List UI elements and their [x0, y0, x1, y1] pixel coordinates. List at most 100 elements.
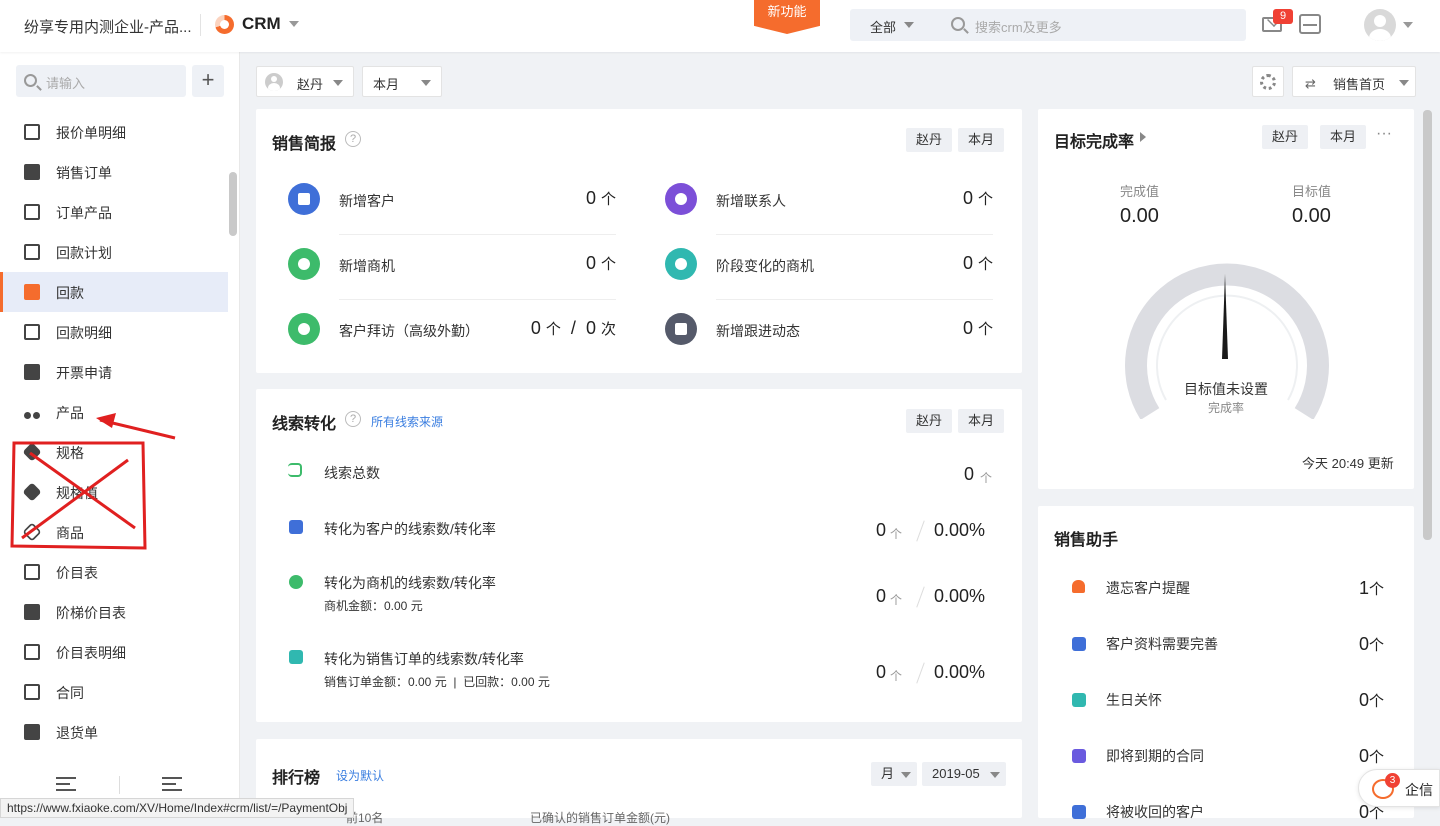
assistant-item-value[interactable]: 0个: [1334, 634, 1384, 655]
sidebar-item-payment-plan[interactable]: 回款计划: [0, 232, 228, 272]
sidebar-item-price-detail[interactable]: 价目表明细: [0, 632, 228, 672]
assistant-item-label[interactable]: 即将到期的合同: [1106, 746, 1204, 766]
sidebar-item-label: 退货单: [56, 725, 98, 741]
tag-period[interactable]: 本月: [958, 128, 1005, 152]
sales-brief-card: 销售简报 ? 赵丹 本月 新增客户 0 个 新增联系人 0 个 新增商机 0 个…: [256, 109, 1022, 373]
new-feature-ribbon[interactable]: 新功能: [754, 0, 820, 34]
quote-detail-icon: [24, 124, 40, 140]
assistant-item-label[interactable]: 将被收回的客户: [1106, 802, 1204, 822]
sidebar-item-payment-detail[interactable]: 回款明细: [0, 312, 228, 352]
conversion-rate: 0.00%: [934, 662, 986, 682]
qixin-chat-button[interactable]: 3 企信: [1358, 769, 1440, 807]
lead-total-value[interactable]: 0: [964, 464, 974, 485]
sidebar-item-invoice[interactable]: 开票申请: [0, 352, 228, 392]
tag-period[interactable]: 本月: [1320, 125, 1367, 149]
conversion-sub: 销售订单金额：0.00 元 | 已回款：0.00 元: [324, 675, 550, 689]
help-icon[interactable]: ?: [345, 131, 361, 147]
assistant-item-label[interactable]: 遗忘客户提醒: [1106, 578, 1190, 598]
building-icon: [1072, 805, 1086, 819]
sidebar-item-label: 价目表明细: [56, 645, 126, 661]
metric-label: 新增客户: [339, 193, 395, 209]
set-default-link[interactable]: 设为默认: [336, 767, 384, 784]
scrollbar[interactable]: [229, 172, 237, 236]
tag-person[interactable]: 赵丹: [906, 128, 953, 152]
sidebar-item-spec[interactable]: 规格: [0, 432, 228, 472]
assistant-item-label[interactable]: 生日关怀: [1106, 690, 1162, 710]
conversion-count[interactable]: 0: [876, 662, 886, 683]
search-icon: [24, 74, 37, 87]
metric-label: 新增跟进动态: [716, 323, 800, 339]
chevron-down-icon[interactable]: [1403, 22, 1413, 28]
settings-button[interactable]: [1252, 66, 1284, 97]
inbox-tray-icon[interactable]: [1299, 14, 1321, 34]
tag-period[interactable]: 本月: [958, 409, 1005, 433]
sidebar-item-product[interactable]: 产品: [0, 392, 228, 432]
home-view-select[interactable]: ⇄ 销售首页: [1292, 66, 1416, 97]
collapse-menu-icon[interactable]: [162, 777, 182, 791]
product-icon: [24, 404, 40, 420]
assistant-item-label[interactable]: 客户资料需要完善: [1106, 634, 1218, 654]
invoice-icon: [24, 364, 40, 380]
gauge-needle: [1222, 274, 1228, 359]
sidebar-item-quote-detail[interactable]: 报价单明细: [0, 112, 228, 152]
sidebar-item-sales-order[interactable]: 销售订单: [0, 152, 228, 192]
sidebar-search-input[interactable]: 请输入: [46, 73, 85, 92]
search-scope-select[interactable]: 全部: [870, 17, 896, 36]
global-search[interactable]: 全部 搜索crm及更多: [850, 9, 1246, 41]
chevron-right-icon[interactable]: [1140, 132, 1146, 142]
sidebar-item-spec-value[interactable]: 规格值: [0, 472, 228, 512]
lead-total-icon: [288, 463, 302, 477]
list-sort-icon[interactable]: [56, 777, 76, 791]
ranking-period-select[interactable]: 月: [871, 762, 917, 786]
metric-value[interactable]: 0 个: [933, 253, 993, 274]
price-list-icon: [24, 564, 40, 580]
page-scrollbar[interactable]: [1423, 110, 1432, 540]
more-icon[interactable]: ···: [1376, 125, 1392, 143]
sales-order-icon: [24, 164, 40, 180]
sidebar-item-tiered-price[interactable]: 阶梯价目表: [0, 592, 228, 632]
customer-icon: [289, 520, 303, 534]
metric-value[interactable]: 0 个: [556, 253, 616, 274]
sidebar-search[interactable]: 请输入: [16, 65, 186, 97]
sidebar-item-price-list[interactable]: 价目表: [0, 552, 228, 592]
price-detail-icon: [24, 644, 40, 660]
sidebar-item-goods[interactable]: 商品: [0, 512, 228, 552]
person-select[interactable]: 赵丹: [256, 66, 354, 97]
company-name[interactable]: 纷享专用内测企业-产品...: [24, 16, 192, 37]
sidebar-item-return-order[interactable]: 退货单: [0, 712, 228, 752]
chevron-down-icon[interactable]: [289, 21, 299, 27]
help-icon[interactable]: ?: [345, 411, 361, 427]
ranking-period-value: 月: [881, 766, 895, 781]
lead-total-label: 线索总数: [324, 465, 380, 481]
app-switcher-label[interactable]: CRM: [242, 14, 281, 34]
ranking-month-select[interactable]: 2019-05: [922, 762, 1006, 786]
avatar[interactable]: [1364, 9, 1396, 41]
search-input[interactable]: 搜索crm及更多: [975, 17, 1062, 36]
period-select[interactable]: 本月: [362, 66, 442, 97]
sidebar-item-label: 订单产品: [56, 205, 112, 221]
conversion-count[interactable]: 0: [876, 520, 886, 541]
tag-person[interactable]: 赵丹: [1262, 125, 1309, 149]
conversion-label: 转化为客户的线索数/转化率: [324, 521, 496, 537]
add-button[interactable]: +: [192, 65, 224, 97]
sidebar-item-contract[interactable]: 合同: [0, 672, 228, 712]
tag-person[interactable]: 赵丹: [906, 409, 953, 433]
lead-source-link[interactable]: 所有线索来源: [371, 413, 443, 430]
metric-value[interactable]: 0 个: [933, 318, 993, 339]
metric-value[interactable]: 0 个: [556, 188, 616, 209]
metric-value[interactable]: 0 个: [933, 188, 993, 209]
card-title[interactable]: 目标完成率: [1054, 128, 1134, 152]
payment-plan-icon: [24, 244, 40, 260]
assistant-item-value[interactable]: 1个: [1334, 578, 1384, 599]
metric-value[interactable]: 0 个 / 0 次: [496, 318, 616, 339]
conversion-label: 转化为销售订单的线索数/转化率: [324, 651, 524, 667]
assistant-item-value[interactable]: 0个: [1334, 746, 1384, 767]
notification-badge: 9: [1273, 9, 1293, 24]
sidebar-item-order-product[interactable]: 订单产品: [0, 192, 228, 232]
assistant-item-value[interactable]: 0个: [1334, 690, 1384, 711]
conversion-count[interactable]: 0: [876, 586, 886, 607]
home-view-value: 销售首页: [1333, 77, 1386, 92]
card-title: 销售简报: [272, 136, 337, 153]
sidebar-item-payment[interactable]: 回款: [0, 272, 228, 312]
tiered-price-icon: [24, 604, 40, 620]
